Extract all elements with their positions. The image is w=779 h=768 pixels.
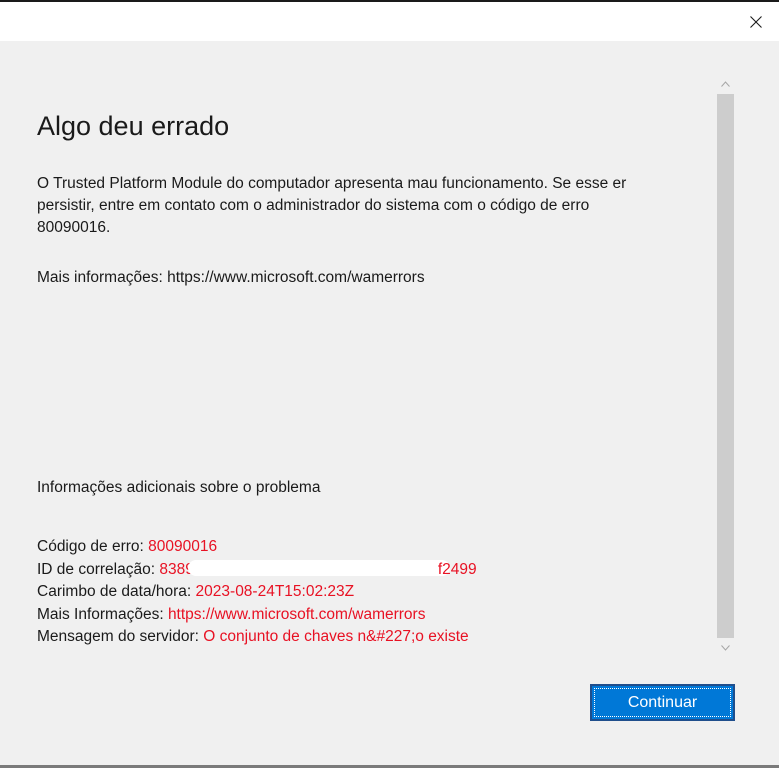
scrollbar-thumb[interactable] (717, 94, 734, 638)
error-message-line: persistir, entre em contato com o admini… (37, 197, 590, 214)
chevron-up-icon (721, 81, 730, 87)
correlation-id-row: ID de correlação: 8389 f2499 (37, 559, 477, 582)
continue-button[interactable]: Continuar (590, 684, 735, 721)
title-bar (0, 2, 779, 41)
scroll-down-button[interactable] (715, 638, 736, 658)
error-dialog: Algo deu errado O Trusted Platform Modul… (0, 0, 779, 768)
more-info-label: Mais Informações: (37, 605, 168, 623)
vertical-scrollbar[interactable] (715, 74, 736, 658)
correlation-id-label: ID de correlação: (37, 560, 160, 578)
timestamp-row: Carimbo de data/hora: 2023-08-24T15:02:2… (37, 581, 477, 604)
timestamp-value: 2023-08-24T15:02:23Z (195, 583, 355, 600)
close-button[interactable] (733, 2, 779, 41)
scroll-area[interactable]: Algo deu errado O Trusted Platform Modul… (0, 41, 715, 661)
error-message: O Trusted Platform Module do computador … (37, 173, 715, 239)
additional-info-title: Informações adicionais sobre o problema (37, 479, 321, 496)
server-message-label: Mensagem do servidor: (37, 628, 204, 645)
error-code-label: Código de erro: (37, 538, 149, 555)
server-message-row: Mensagem do servidor: O conjunto de chav… (37, 626, 477, 649)
more-info-text: Mais informações: https://www.microsoft.… (37, 269, 425, 286)
error-code-value: 80090016 (148, 538, 218, 555)
more-info-row: Mais Informações: https://www.microsoft.… (37, 604, 477, 627)
close-icon (750, 15, 762, 28)
scroll-up-button[interactable] (715, 74, 736, 94)
timestamp-label: Carimbo de data/hora: (37, 583, 196, 600)
error-message-line: O Trusted Platform Module do computador … (37, 175, 627, 192)
more-info-link[interactable]: https://www.microsoft.com/wamerrors (168, 606, 426, 623)
dialog-content: Algo deu errado O Trusted Platform Modul… (0, 41, 779, 765)
correlation-id-value-end: f2499 (437, 560, 477, 578)
error-heading: Algo deu errado (37, 111, 230, 141)
error-code-row: Código de erro: 80090016 (37, 536, 477, 559)
redaction-mark (187, 559, 450, 576)
error-message-line: 80090016. (37, 219, 111, 236)
server-message-value: O conjunto de chaves n&#227;o existe (203, 628, 469, 645)
chevron-down-icon (721, 645, 730, 651)
details-list: Código de erro: 80090016 ID de correlaçã… (37, 536, 477, 649)
